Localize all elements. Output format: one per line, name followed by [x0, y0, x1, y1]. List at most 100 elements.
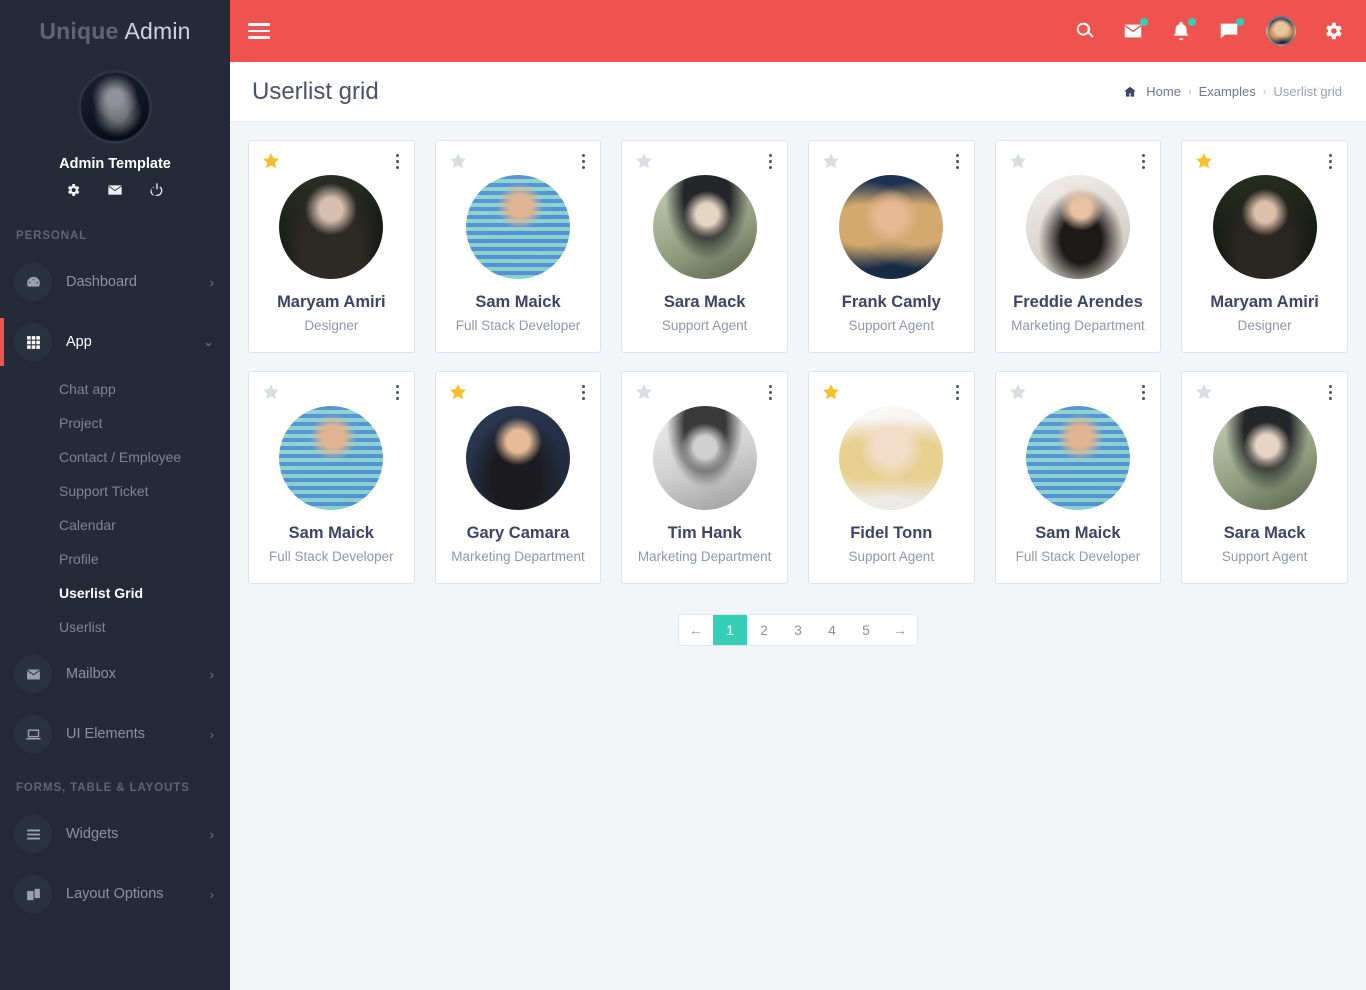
sidebar-item-dashboard[interactable]: Dashboard ›: [0, 252, 230, 312]
user-card[interactable]: Tim Hank Marketing Department: [621, 370, 788, 584]
home-icon: [1124, 86, 1137, 97]
avatar: [1212, 405, 1317, 510]
star-icon[interactable]: [1008, 382, 1028, 402]
more-options-icon[interactable]: [953, 151, 962, 172]
more-options-icon[interactable]: [393, 382, 402, 403]
user-name: Tim Hank: [667, 523, 742, 542]
star-icon[interactable]: [448, 382, 468, 402]
sidebar-subitem-contact-employee[interactable]: Contact / Employee: [0, 440, 230, 474]
user-card[interactable]: Maryam Amiri Designer: [248, 140, 415, 353]
chevron-down-icon: ⌄: [203, 334, 214, 349]
sidebar-subitem-project[interactable]: Project: [0, 406, 230, 440]
chat-badge: [1236, 18, 1244, 26]
pagination-prev[interactable]: ←: [679, 615, 713, 645]
user-card[interactable]: Fidel Tonn Support Agent: [807, 370, 975, 584]
user-card[interactable]: Sam Maick Full Stack Developer: [248, 370, 415, 584]
user-card[interactable]: Freddie Arendes Marketing Department: [994, 140, 1162, 353]
more-options-icon[interactable]: [1139, 151, 1148, 172]
user-card[interactable]: Maryam Amiri Designer: [1181, 140, 1348, 353]
sidebar-subitem-profile[interactable]: Profile: [0, 542, 230, 576]
star-icon[interactable]: [634, 151, 654, 171]
mail-icon: [14, 655, 52, 693]
sidebar-subitem-calendar[interactable]: Calendar: [0, 508, 230, 542]
bell-icon[interactable]: [1170, 18, 1196, 42]
mail-icon[interactable]: [107, 182, 123, 198]
chat-icon[interactable]: [1218, 18, 1244, 42]
pagination-next[interactable]: →: [883, 615, 917, 645]
avatar: [652, 405, 757, 510]
star-icon[interactable]: [821, 382, 841, 402]
topbar: [230, 0, 1366, 62]
sidebar-menu: PERSONAL Dashboard › App ⌄ Chat app Proj…: [0, 212, 230, 990]
pagination-page-3[interactable]: 3: [781, 615, 815, 645]
pagination-page-2[interactable]: 2: [747, 615, 781, 645]
mail-icon[interactable]: [1122, 18, 1148, 42]
user-card-cell: Sara Mack Support Agent: [1171, 370, 1358, 602]
star-icon[interactable]: [634, 382, 654, 402]
star-icon[interactable]: [1194, 382, 1214, 402]
user-card[interactable]: Sam Maick Full Stack Developer: [994, 370, 1162, 584]
pagination-page-1[interactable]: 1: [713, 614, 747, 645]
user-card-header: [1194, 382, 1335, 404]
star-icon[interactable]: [1008, 151, 1028, 171]
power-icon[interactable]: [149, 182, 165, 198]
star-icon[interactable]: [448, 151, 468, 171]
hamburger-icon[interactable]: [248, 19, 270, 43]
sidebar-subitem-chat-app[interactable]: Chat app: [0, 372, 230, 406]
avatar: [279, 175, 384, 279]
user-card-header: [448, 382, 589, 404]
more-options-icon[interactable]: [579, 151, 588, 172]
sidebar-subitem-support-ticket[interactable]: Support Ticket: [0, 474, 230, 508]
pagination-page-4[interactable]: 4: [815, 615, 849, 645]
more-options-icon[interactable]: [1326, 151, 1335, 172]
avatar: [652, 175, 757, 279]
user-name: Sam Maick: [475, 293, 561, 311]
star-icon[interactable]: [821, 151, 841, 171]
sidebar-item-mailbox[interactable]: Mailbox ›: [0, 644, 230, 704]
user-role: Designer: [304, 317, 359, 333]
pagination: ← 1 2 3 4 5 →: [678, 613, 918, 646]
user-card[interactable]: Sara Mack Support Agent: [1181, 370, 1348, 584]
user-name: Sam Maick: [288, 523, 374, 542]
sidebar-item-layout-options[interactable]: Layout Options ›: [0, 864, 230, 924]
bell-badge: [1188, 18, 1196, 26]
more-options-icon[interactable]: [393, 151, 402, 172]
sidebar-item-ui-elements[interactable]: UI Elements ›: [0, 704, 230, 764]
more-options-icon[interactable]: [766, 382, 775, 403]
star-icon[interactable]: [261, 151, 281, 171]
user-name: Sam Maick: [1035, 523, 1121, 542]
user-role: Full Stack Developer: [1015, 548, 1141, 564]
user-card[interactable]: Sam Maick Full Stack Developer: [434, 140, 602, 353]
user-name: Frank Camly: [841, 293, 941, 311]
more-options-icon[interactable]: [953, 382, 962, 403]
user-card-grid: Maryam Amiri Designer Sam Maick Full Stack …: [238, 140, 1358, 602]
sidebar-item-app[interactable]: App ⌄: [0, 312, 230, 372]
user-card-cell: Sam Maick Full Stack Developer: [985, 370, 1172, 602]
sidebar-subitem-userlist[interactable]: Userlist: [0, 610, 230, 644]
breadcrumb-examples[interactable]: Examples: [1199, 84, 1256, 99]
search-icon[interactable]: [1074, 20, 1096, 42]
more-options-icon[interactable]: [579, 382, 588, 403]
user-card-cell: Gary Camara Marketing Department: [425, 370, 612, 602]
user-card[interactable]: Frank Camly Support Agent: [807, 140, 975, 353]
brand-logo[interactable]: Unique Admin: [0, 0, 230, 62]
page-header: Userlist grid Home › Examples › Userlist…: [230, 62, 1366, 122]
breadcrumb-separator: ›: [1187, 85, 1192, 98]
user-role: Support Agent: [1221, 548, 1308, 564]
user-name: Gary Camara: [466, 523, 570, 542]
avatar[interactable]: [1266, 16, 1296, 46]
more-options-icon[interactable]: [1326, 382, 1335, 403]
sidebar-subitem-userlist-grid[interactable]: Userlist Grid: [0, 576, 230, 610]
more-options-icon[interactable]: [766, 151, 775, 172]
gear-icon[interactable]: [1322, 20, 1344, 42]
more-options-icon[interactable]: [1139, 382, 1148, 403]
gear-icon[interactable]: [65, 182, 81, 198]
user-card[interactable]: Gary Camara Marketing Department: [434, 370, 602, 584]
star-icon[interactable]: [261, 382, 281, 402]
sidebar-item-widgets[interactable]: Widgets ›: [0, 804, 230, 864]
pagination-page-5[interactable]: 5: [849, 615, 883, 645]
star-icon[interactable]: [1194, 151, 1214, 171]
brand-light: Admin: [124, 17, 191, 44]
user-card[interactable]: Sara Mack Support Agent: [621, 140, 788, 353]
breadcrumb-home[interactable]: Home: [1146, 84, 1181, 99]
